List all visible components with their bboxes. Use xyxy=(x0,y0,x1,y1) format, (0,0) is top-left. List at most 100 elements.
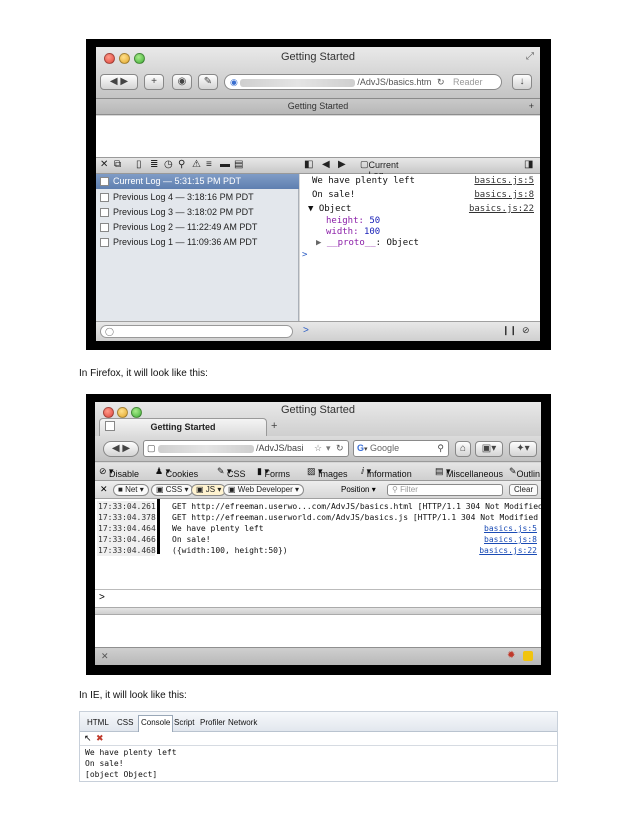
clear-console-icon[interactable]: ✖ xyxy=(96,733,104,744)
search-icon[interactable]: ⚲ xyxy=(437,441,444,456)
blurred-host xyxy=(158,444,255,453)
log-item[interactable]: Previous Log 1 — 11:09:36 AM PDT xyxy=(96,235,299,250)
close-icon[interactable]: ✕ xyxy=(100,484,108,495)
timestamp: 17:33:04.378 xyxy=(97,512,156,523)
new-tab-icon[interactable]: + xyxy=(271,420,277,432)
outline-menu[interactable]: ✎ Outlin xyxy=(509,466,540,479)
document-icon[interactable]: ▯ xyxy=(136,159,142,170)
screenshot-icon[interactable]: ▣▾ xyxy=(475,441,503,457)
close-inspector-icon[interactable]: ✕ xyxy=(100,159,108,170)
pause-icon[interactable]: ❙❙ xyxy=(502,325,517,336)
bookmark-star-icon[interactable]: ☆ xyxy=(314,441,322,456)
source-link[interactable]: basics.js:8 xyxy=(474,190,534,200)
miscellaneous-menu[interactable]: ▤ Miscellaneous ▾ xyxy=(435,466,503,479)
log-sidebar: Current Log — 5:31:15 PM PDT Previous Lo… xyxy=(96,174,299,341)
firefox-screenshot: Getting Started Getting Started + ◀ ▶ ▢ … xyxy=(86,394,551,675)
timeline-icon[interactable]: ◷ xyxy=(164,159,173,170)
cookies-menu[interactable]: ♟ Cookies ▾ xyxy=(155,466,198,479)
log-filter-input[interactable]: ◯ xyxy=(100,325,293,338)
extension-icon[interactable]: ✦▾ xyxy=(509,441,537,457)
current-log-crumb[interactable]: ▢ Current Log xyxy=(360,159,399,180)
console-line: We have plenty left xyxy=(172,524,264,533)
dock-icon[interactable]: ⧉ xyxy=(114,159,121,170)
reading-list-icon[interactable]: ◉ xyxy=(172,74,192,90)
tab-html[interactable]: HTML xyxy=(85,716,111,730)
new-tab-icon[interactable]: + xyxy=(529,99,534,114)
reload-icon[interactable]: ↻ xyxy=(336,441,344,456)
search-icon[interactable]: ⚲ xyxy=(178,159,185,170)
tab-getting-started[interactable]: Getting Started xyxy=(288,101,349,111)
log-icon xyxy=(100,193,109,202)
safari-screenshot: Getting Started ⤢ ◀ ▶ + ◉ ✎ ◉ /AdvJS/bas… xyxy=(86,39,551,350)
dropdown-icon[interactable]: ▾ xyxy=(326,441,331,456)
source-link[interactable]: basics.js:22 xyxy=(479,545,537,556)
back-forward-button[interactable]: ◀ ▶ xyxy=(100,74,138,90)
log-item[interactable]: Previous Log 2 — 11:22:49 AM PDT xyxy=(96,220,299,235)
search-box[interactable]: G▾ Google ⚲ xyxy=(353,440,449,457)
split-icon[interactable]: ◨ xyxy=(524,159,533,170)
splitter-handle[interactable] xyxy=(95,607,541,615)
source-link[interactable]: basics.js:8 xyxy=(484,534,537,545)
log-item[interactable]: Previous Log 4 — 3:18:16 PM PDT xyxy=(96,190,299,205)
bottom-prompt[interactable]: > xyxy=(303,325,309,336)
log-item[interactable]: Previous Log 3 — 3:18:02 PM PDT xyxy=(96,205,299,220)
position-menu[interactable]: Position ▾ xyxy=(341,485,376,494)
tab-css[interactable]: CSS xyxy=(115,716,135,730)
clear-button[interactable]: Clear xyxy=(509,484,539,496)
disable-menu[interactable]: ⊘ Disable ▾ xyxy=(99,466,139,479)
reader-button[interactable]: Reader xyxy=(453,75,483,89)
log-label: Previous Log 3 — 3:18:02 PM PDT xyxy=(113,207,254,217)
profile-icon[interactable]: ≡ xyxy=(206,159,212,170)
source-link[interactable]: basics.js:5 xyxy=(474,176,534,186)
address-bar[interactable]: ▢ /AdvJS/basi ☆ ▾ ↻ xyxy=(143,440,349,457)
object-toggle[interactable]: ▼ Object xyxy=(308,204,351,214)
back-icon[interactable]: ◀ xyxy=(322,159,330,170)
source-link[interactable]: basics.js:22 xyxy=(469,204,534,214)
reload-icon[interactable]: ↻ xyxy=(437,75,445,89)
select-element-icon[interactable]: ↖ xyxy=(84,733,92,744)
back-forward-button[interactable]: ◀ ▶ xyxy=(103,441,139,457)
tab-getting-started[interactable]: Getting Started xyxy=(99,418,267,436)
sidebar-toggle-icon[interactable]: ◧ xyxy=(304,159,313,170)
web-developer-toggle[interactable]: ▣ Web Developer ▾ xyxy=(223,484,305,496)
globe-icon: ◉ xyxy=(230,77,238,87)
yslow-icon[interactable] xyxy=(523,651,533,661)
address-bar[interactable]: ◉ /AdvJS/basics.htm ↻ Reader xyxy=(224,74,502,90)
navigation-toolbar: ◀ ▶ ▢ /AdvJS/basi ☆ ▾ ↻ G▾ Google ⚲ ⌂ ▣▾… xyxy=(95,436,541,462)
close-icon[interactable]: ✕ xyxy=(101,651,109,662)
home-icon[interactable]: ⌂ xyxy=(455,441,471,457)
database-icon[interactable]: ≣ xyxy=(150,159,158,170)
information-menu[interactable]: ⅈ Information ▾ xyxy=(361,466,412,479)
prop-proto[interactable]: ▶ __proto__: Object xyxy=(316,238,419,248)
console-icon[interactable]: ▤ xyxy=(234,159,243,170)
forward-icon[interactable]: ▶ xyxy=(338,159,346,170)
timestamp: 17:33:04.464 xyxy=(97,523,156,534)
images-menu[interactable]: ▨ Images ▾ xyxy=(307,466,348,479)
url-path: /AdvJS/basi xyxy=(256,443,304,453)
console-line[interactable]: GET http://efreeman.userworld.com/AdvJS/… xyxy=(172,512,541,523)
net-toggle[interactable]: ■ Net ▾ xyxy=(113,484,149,496)
clear-icon[interactable]: ⊘ xyxy=(522,325,530,336)
js-toggle[interactable]: ▣ JS ▾ xyxy=(191,484,227,496)
tab-script[interactable]: Script xyxy=(172,716,196,730)
command-line[interactable]: > xyxy=(95,589,541,607)
fullscreen-icon[interactable]: ⤢ xyxy=(526,51,534,62)
css-toggle[interactable]: ▣ CSS ▾ xyxy=(151,484,194,496)
css-menu[interactable]: ✎ CSS ▾ xyxy=(217,466,246,479)
tab-profiler[interactable]: Profiler xyxy=(198,716,227,730)
filter-input[interactable]: ⚲ Filter xyxy=(387,484,503,496)
download-icon[interactable]: ↓ xyxy=(512,74,532,90)
tab-console[interactable]: Console xyxy=(138,715,174,732)
log-item[interactable]: Current Log — 5:31:15 PM PDT xyxy=(96,174,299,189)
tag-icon[interactable]: ▬ xyxy=(220,159,230,170)
console-prompt[interactable]: > xyxy=(302,250,307,260)
forms-menu[interactable]: ▮ Forms ▾ xyxy=(257,466,290,479)
firebug-icon[interactable]: ✹ xyxy=(507,650,515,661)
inspector-bottom-bar: ◯ > ❙❙ ⊘ xyxy=(96,321,540,341)
warning-icon[interactable]: ⚠ xyxy=(192,159,201,170)
tab-network[interactable]: Network xyxy=(226,716,259,730)
source-link[interactable]: basics.js:5 xyxy=(484,523,537,534)
evernote-icon[interactable]: ✎ xyxy=(198,74,218,90)
add-bookmark-button[interactable]: + xyxy=(144,74,164,90)
console-line[interactable]: GET http://efreeman.userwo...com/AdvJS/b… xyxy=(172,501,541,512)
